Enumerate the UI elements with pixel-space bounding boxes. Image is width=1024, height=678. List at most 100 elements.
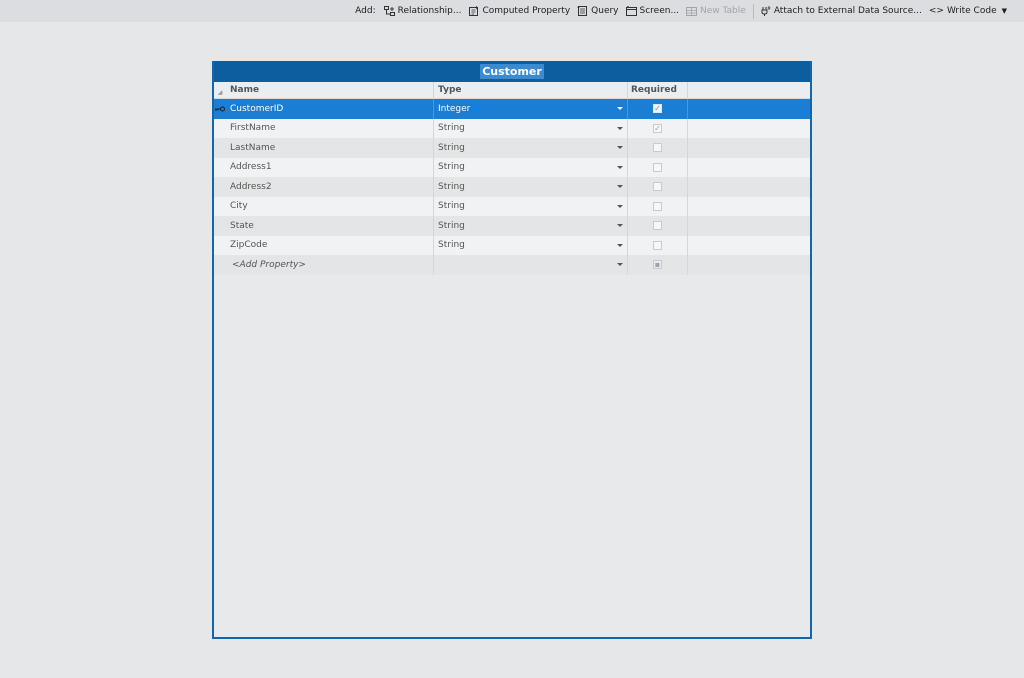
- property-row[interactable]: ZipCode String: [214, 235, 810, 256]
- property-name: State: [230, 220, 254, 231]
- column-header-name[interactable]: Name: [226, 82, 434, 98]
- column-header-type[interactable]: Type: [434, 82, 628, 98]
- required-checkbox[interactable]: ✓: [653, 123, 662, 133]
- row-gutter: [214, 236, 226, 256]
- new-table-label: New Table: [700, 6, 746, 16]
- required-checkbox[interactable]: ▪: [653, 260, 662, 270]
- property-type-dropdown[interactable]: String: [434, 177, 628, 197]
- attach-label: Attach to External Data Source...: [773, 6, 922, 16]
- add-computed-property-button[interactable]: Computed Property: [468, 6, 570, 16]
- required-checkbox[interactable]: [653, 201, 662, 211]
- property-type-dropdown[interactable]: Integer: [434, 99, 628, 119]
- property-row[interactable]: Address2 String: [214, 177, 810, 197]
- required-cell: [628, 177, 688, 197]
- header-gutter: ◢: [214, 82, 226, 98]
- chevron-down-icon[interactable]: [617, 165, 623, 169]
- property-row[interactable]: FirstName String ✓: [214, 118, 810, 138]
- property-row[interactable]: State String: [214, 216, 810, 236]
- property-name-cell[interactable]: CustomerID: [226, 99, 434, 119]
- property-name-cell[interactable]: Address2: [226, 177, 434, 197]
- property-name: Address1: [230, 162, 272, 173]
- primary-key-icon: [215, 106, 225, 112]
- required-checkbox[interactable]: [653, 240, 662, 250]
- chevron-down-icon[interactable]: [617, 185, 623, 189]
- entity-title-bar[interactable]: Customer: [214, 61, 810, 82]
- property-name-cell[interactable]: Address1: [226, 157, 434, 177]
- required-checkbox[interactable]: [653, 162, 662, 172]
- property-name: LastName: [230, 142, 276, 153]
- property-type: String: [438, 201, 465, 212]
- property-type-dropdown[interactable]: String: [434, 235, 628, 255]
- add-label: Add:: [355, 6, 376, 16]
- add-property-type-dropdown[interactable]: [434, 255, 628, 275]
- property-type: String: [438, 240, 465, 251]
- row-gutter: [214, 138, 226, 158]
- property-name-cell[interactable]: FirstName: [226, 118, 434, 138]
- required-cell: [628, 138, 688, 158]
- attach-external-data-source-button[interactable]: Attach to External Data Source...: [760, 6, 922, 16]
- property-name-cell[interactable]: ZipCode: [226, 235, 434, 255]
- add-relationship-button[interactable]: Relationship...: [383, 6, 462, 16]
- grid-header-row: ◢ Name Type Required: [214, 82, 810, 99]
- required-cell: [628, 216, 688, 236]
- chevron-down-icon[interactable]: [617, 146, 623, 150]
- write-code-label: Write Code: [946, 6, 997, 16]
- property-name: ZipCode: [230, 240, 268, 251]
- row-gutter: [214, 255, 226, 275]
- row-gutter: [214, 197, 226, 217]
- attach-plug-icon: [761, 6, 771, 16]
- query-icon: [577, 6, 588, 16]
- required-checkbox[interactable]: [653, 221, 662, 231]
- entity-designer: Customer ◢ Name Type Required CustomerID…: [212, 61, 812, 639]
- property-row[interactable]: Address1 String: [214, 157, 810, 178]
- property-type-dropdown[interactable]: String: [434, 138, 628, 158]
- code-brackets-icon: <>: [928, 6, 944, 16]
- required-checkbox[interactable]: ✓: [653, 104, 662, 114]
- chevron-down-icon[interactable]: [617, 204, 623, 208]
- computed-property-label: Computed Property: [482, 6, 571, 16]
- property-type-dropdown[interactable]: String: [434, 216, 628, 236]
- property-row[interactable]: CustomerID Integer ✓: [214, 99, 810, 119]
- required-cell: [628, 157, 688, 177]
- properties-grid: ◢ Name Type Required CustomerID Integer …: [214, 82, 810, 275]
- write-code-button[interactable]: <> Write Code ▼: [929, 6, 1007, 16]
- chevron-down-icon[interactable]: ▼: [1002, 7, 1007, 15]
- property-type: String: [438, 162, 465, 173]
- required-cell: [628, 196, 688, 216]
- property-name-cell[interactable]: State: [226, 216, 434, 236]
- property-type: String: [438, 181, 465, 192]
- property-type: String: [438, 123, 465, 134]
- add-property-cell[interactable]: <Add Property>: [226, 255, 434, 275]
- chevron-down-icon[interactable]: [617, 243, 623, 247]
- relationship-label: Relationship...: [397, 6, 462, 16]
- property-name: FirstName: [230, 123, 276, 134]
- add-query-button[interactable]: Query: [577, 6, 619, 16]
- chevron-down-icon[interactable]: [617, 263, 623, 267]
- chevron-down-icon[interactable]: [617, 224, 623, 228]
- add-property-row[interactable]: <Add Property> ▪: [214, 255, 810, 275]
- required-checkbox[interactable]: [653, 182, 662, 192]
- designer-toolbar: Add: Relationship... Computed Property Q…: [0, 0, 1024, 22]
- property-type-dropdown[interactable]: String: [434, 157, 628, 177]
- row-gutter: [214, 158, 226, 178]
- add-screen-button[interactable]: Screen...: [625, 6, 679, 16]
- query-label: Query: [591, 6, 619, 16]
- chevron-down-icon[interactable]: [617, 126, 623, 130]
- property-name-cell[interactable]: City: [226, 196, 434, 216]
- chevron-down-icon[interactable]: [617, 107, 623, 111]
- new-table-button[interactable]: New Table: [686, 6, 746, 16]
- property-row[interactable]: City String: [214, 196, 810, 217]
- property-name-cell[interactable]: LastName: [226, 138, 434, 158]
- relationship-icon: [383, 6, 395, 16]
- column-header-required[interactable]: Required: [628, 82, 688, 98]
- required-checkbox[interactable]: [653, 143, 662, 153]
- required-cell: ▪: [628, 255, 688, 275]
- toolbar-separator: [752, 3, 754, 19]
- property-type-dropdown[interactable]: String: [434, 118, 628, 138]
- entity-title[interactable]: Customer: [480, 64, 544, 79]
- property-row[interactable]: LastName String: [214, 138, 810, 158]
- property-name: CustomerID: [230, 103, 284, 114]
- property-type-dropdown[interactable]: String: [434, 196, 628, 216]
- new-table-icon: [686, 7, 698, 16]
- row-gutter: [214, 216, 226, 236]
